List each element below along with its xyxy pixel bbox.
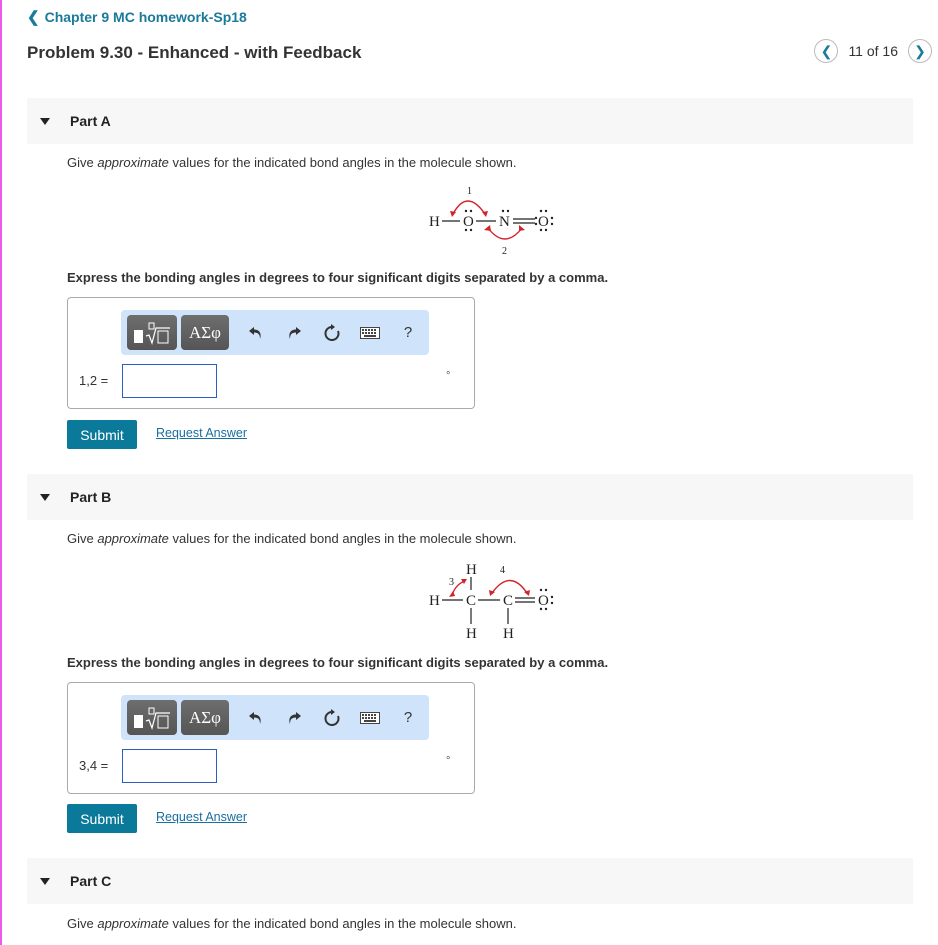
degree-unit: ° <box>446 370 451 382</box>
part-a-header[interactable]: Part A <box>27 98 913 144</box>
next-problem-button[interactable]: ❯ <box>908 39 932 63</box>
left-edge-bar <box>0 0 2 945</box>
keyboard-icon <box>360 711 380 724</box>
part-b-answer-box: ΑΣφ ? 3,4 = ° <box>67 682 475 794</box>
angle-answer-input[interactable] <box>122 364 217 398</box>
answer-label: 1,2 = <box>79 373 109 388</box>
undo-icon <box>249 326 261 339</box>
atom-o: O <box>463 214 474 230</box>
chevron-left-icon: ❮ <box>820 42 833 59</box>
part-a-label: Part A <box>70 113 111 129</box>
prompt-emphasis: approximate <box>97 155 169 170</box>
prompt-text: values for the indicated bond angles in … <box>168 155 517 170</box>
fraction-root-template-icon <box>134 322 170 345</box>
submit-button[interactable]: Submit <box>67 804 137 833</box>
redo-button[interactable] <box>275 700 313 735</box>
reset-icon <box>324 323 340 341</box>
prompt-emphasis: approximate <box>97 531 169 546</box>
chevron-right-icon: ❯ <box>914 42 926 59</box>
part-a-answer-box: ΑΣφ ? 1,2 = ° <box>67 297 475 409</box>
symbols-button[interactable]: ΑΣφ <box>181 700 229 735</box>
chevron-left-icon: ❮ <box>27 9 40 26</box>
collapse-triangle-icon <box>40 117 50 125</box>
part-a-prompt: Give approximate values for the indicate… <box>67 155 517 170</box>
page-title: Problem 9.30 - Enhanced - with Feedback <box>27 43 362 62</box>
prompt-text: values for the indicated bond angles in … <box>168 531 517 546</box>
angle-label-4: 4 <box>500 565 505 576</box>
angle-arc-1 <box>452 200 486 215</box>
arrowhead-icon <box>450 211 456 217</box>
atom-c: C <box>466 593 476 609</box>
redo-icon <box>289 326 301 339</box>
collapse-triangle-icon <box>40 493 50 501</box>
keyboard-button[interactable] <box>351 315 389 350</box>
part-a-molecule-diagram: H O N O 1 2 <box>429 186 554 257</box>
prompt-text: Give <box>67 531 98 546</box>
atom-o: O <box>538 593 549 609</box>
problem-count: 11 of 16 <box>848 43 898 59</box>
collapse-triangle-icon <box>40 877 50 885</box>
reset-button[interactable] <box>313 315 351 350</box>
part-b-label: Part B <box>70 489 112 505</box>
atom-o: O <box>538 214 549 230</box>
part-b-instruction: Express the bonding angles in degrees to… <box>67 655 609 670</box>
part-c-header[interactable]: Part C <box>27 858 913 904</box>
part-b-header[interactable]: Part B <box>27 474 913 520</box>
atom-h: H <box>429 214 440 230</box>
prompt-text: values for the indicated bond angles in … <box>168 916 517 931</box>
templates-button[interactable] <box>127 700 177 735</box>
redo-button[interactable] <box>275 315 313 350</box>
submit-button[interactable]: Submit <box>67 420 137 449</box>
reset-icon <box>324 708 340 726</box>
atom-h: H <box>429 593 440 609</box>
part-c-prompt: Give approximate values for the indicate… <box>67 916 517 931</box>
undo-button[interactable] <box>237 315 275 350</box>
fraction-root-template-icon <box>134 707 170 730</box>
arrowhead-icon <box>461 579 467 584</box>
prompt-text: Give <box>67 155 98 170</box>
atom-h: H <box>466 562 477 578</box>
arrowhead-icon <box>482 211 488 217</box>
previous-problem-button[interactable]: ❮ <box>814 39 839 63</box>
breadcrumb-label: Chapter 9 MC homework-Sp18 <box>44 9 247 25</box>
atom-h: H <box>466 626 477 642</box>
redo-icon <box>289 711 301 724</box>
angle-answer-input[interactable] <box>122 749 217 783</box>
keyboard-icon <box>360 326 380 339</box>
atom-n: N <box>499 214 510 230</box>
problem-pager: ❮ 11 of 16 ❯ <box>814 39 932 63</box>
part-c-label: Part C <box>70 873 112 889</box>
atom-c: C <box>503 593 513 609</box>
atom-h: H <box>503 626 514 642</box>
undo-icon <box>249 711 261 724</box>
math-toolbar: ΑΣφ ? <box>121 310 429 355</box>
breadcrumb-back-link[interactable]: ❮ Chapter 9 MC homework-Sp18 <box>27 8 247 26</box>
templates-button[interactable] <box>127 315 177 350</box>
angle-label-1: 1 <box>467 186 472 197</box>
reset-button[interactable] <box>313 700 351 735</box>
prompt-text: Give <box>67 916 98 931</box>
request-answer-link[interactable]: Request Answer <box>156 810 247 824</box>
angle-arc-4 <box>491 579 528 594</box>
angle-label-3: 3 <box>449 577 454 588</box>
prompt-emphasis: approximate <box>97 916 169 931</box>
arrowhead-icon <box>519 225 525 231</box>
degree-unit: ° <box>446 755 451 767</box>
part-b-prompt: Give approximate values for the indicate… <box>67 531 517 546</box>
keyboard-button[interactable] <box>351 700 389 735</box>
request-answer-link[interactable]: Request Answer <box>156 426 247 440</box>
help-button[interactable]: ? <box>389 315 427 350</box>
help-button[interactable]: ? <box>389 700 427 735</box>
answer-label: 3,4 = <box>79 758 109 773</box>
undo-button[interactable] <box>237 700 275 735</box>
arrowhead-icon <box>484 225 491 231</box>
math-toolbar: ΑΣφ ? <box>121 695 429 740</box>
symbols-button[interactable]: ΑΣφ <box>181 315 229 350</box>
part-a-instruction: Express the bonding angles in degrees to… <box>67 270 609 285</box>
arrowhead-icon <box>449 591 455 597</box>
angle-label-2: 2 <box>502 246 507 257</box>
part-b-molecule-diagram: H H C C O H H 3 4 <box>429 562 554 642</box>
